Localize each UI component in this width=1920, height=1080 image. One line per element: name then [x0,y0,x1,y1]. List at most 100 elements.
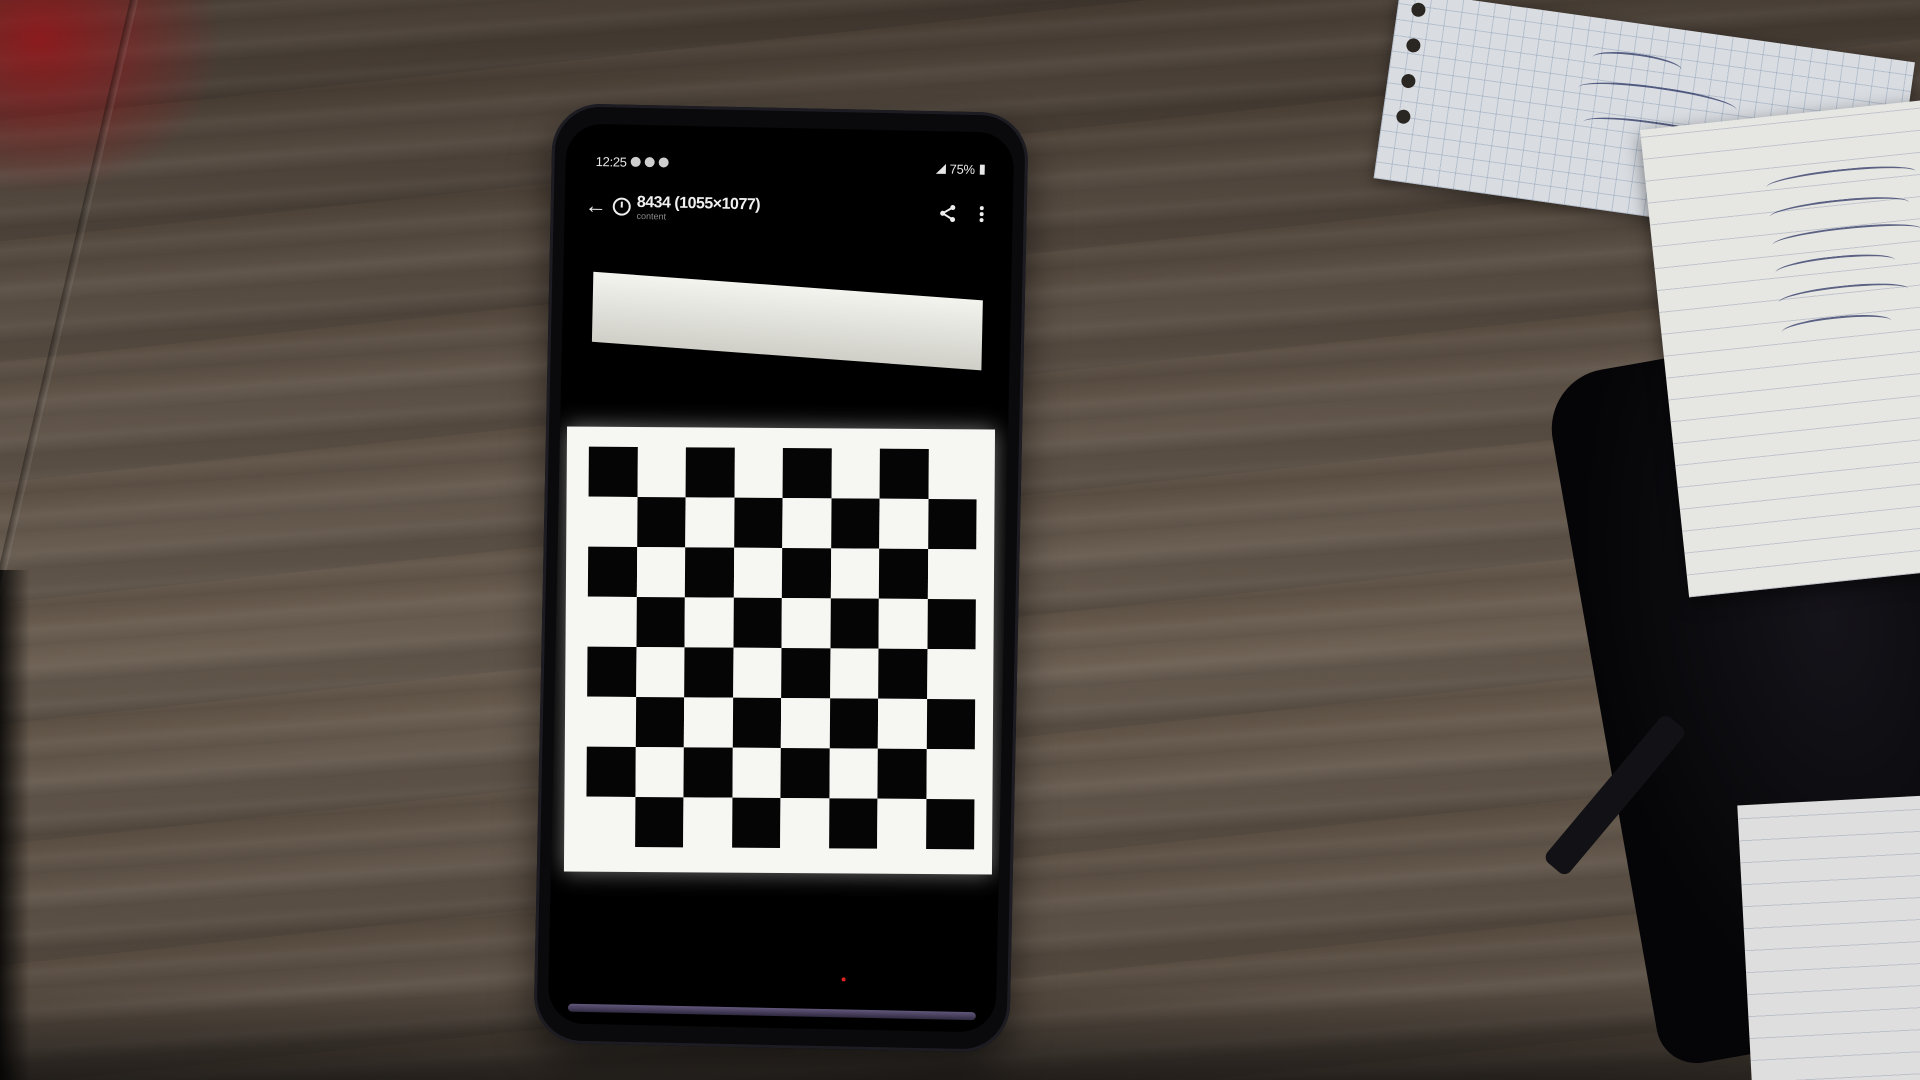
checker-square-white [683,697,733,748]
handwriting-scribble [1771,219,1920,255]
checker-square-white [683,797,732,848]
checker-square-white [879,498,929,550]
checker-square-white [637,446,686,498]
red-indicator-dot [841,977,846,982]
notebook-page [1640,95,1920,598]
checker-square-black [781,548,831,599]
checker-square-black [586,746,636,797]
title-area: 8434 (1055×1077) content [612,193,930,227]
checker-square-white [733,547,783,598]
checker-square-white [731,747,781,798]
app-bar: ← 8434 (1055×1077) content [578,184,999,237]
checker-square-black [685,447,735,498]
checker-square-black [829,598,879,649]
title-block: 8434 (1055×1077) content [636,193,760,223]
checker-square-white [926,649,976,700]
checker-square-black [636,496,686,548]
status-left: 12:25 [596,154,669,171]
handwriting-scribble [1774,250,1897,283]
checker-square-black [683,747,733,798]
phone-screen: 12:25 ◢ 75% ▮ ← 8434 (1055×1077) content [547,123,1015,1033]
checker-square-black [927,499,977,550]
checkerboard [586,446,977,850]
checker-square-black [732,697,782,748]
checker-square-black [829,698,879,749]
notification-icon [630,156,641,167]
checker-square-white [636,546,686,598]
checker-square-white [925,749,975,800]
checker-square-white [927,549,977,600]
image-viewer[interactable] [548,233,1012,1012]
checker-square-white [685,497,735,548]
checker-square-black [828,798,878,849]
checker-square-black [781,647,830,699]
checker-square-white [928,449,977,500]
battery-level: 75% [949,160,975,177]
checker-square-black [634,796,684,848]
handwriting-scribble [1768,192,1911,227]
overflow-menu-button[interactable] [964,197,999,232]
checker-square-white [828,748,878,799]
checker-square-white [635,646,685,698]
checker-square-white [830,548,880,599]
checker-square-black [879,448,929,500]
checker-square-black [731,797,781,848]
checker-square-white [587,596,637,647]
back-button[interactable]: ← [578,189,613,224]
paper-punch-holes [1392,1,1431,153]
checkerboard-frame [563,426,996,875]
checker-square-black [780,747,830,799]
checker-square-black [878,548,928,600]
checker-square-white [782,498,832,549]
checker-square-black [782,448,832,499]
notification-icon [644,157,655,168]
checker-square-black [636,596,685,648]
checker-square-black [733,497,783,549]
checker-square-black [587,646,637,697]
checker-square-white [780,697,830,749]
checker-square-white [588,496,638,547]
handwriting-scribble [1777,278,1910,313]
checker-square-black [587,546,637,597]
checker-square-black [877,748,927,800]
smartphone: 12:25 ◢ 75% ▮ ← 8434 (1055×1077) content [533,103,1029,1053]
checker-square-black [588,446,638,497]
checker-square-white [877,698,927,750]
checker-square-black [830,498,880,549]
signal-icon: ◢ [935,160,946,176]
handwriting-scribble [1591,47,1684,80]
checker-square-white [684,597,734,648]
status-right: ◢ 75% ▮ [936,160,986,177]
checker-square-black [635,696,685,748]
checker-square-white [781,597,831,649]
handwriting-scribble [1576,75,1739,122]
checker-square-black [733,597,782,648]
left-object-shadow [0,570,30,1080]
status-time: 12:25 [595,153,627,170]
checker-square-white [586,796,635,847]
checker-square-black [926,699,976,750]
checker-square-white [634,746,684,798]
checker-square-white [829,648,879,699]
more-vert-icon [979,206,984,223]
handwriting-scribble [1765,161,1917,198]
checker-square-black [684,647,734,698]
checker-square-black [926,599,976,650]
timer-icon [612,197,631,216]
image-subtitle: content [636,210,667,222]
checker-square-black [925,799,975,850]
checker-square-black [684,547,734,598]
checker-square-white [586,696,636,747]
arrow-left-icon: ← [584,192,608,219]
checker-square-white [878,598,928,650]
checker-square-white [877,798,926,850]
checker-square-black [878,648,927,700]
share-icon [940,205,956,223]
share-button[interactable] [930,196,965,231]
handwriting-scribble [1780,310,1893,343]
checker-square-white [734,447,783,499]
checker-square-white [780,797,829,849]
notebook-page-lower [1737,794,1920,1080]
battery-icon: ▮ [978,161,986,177]
curled-paper-edge [591,271,983,371]
